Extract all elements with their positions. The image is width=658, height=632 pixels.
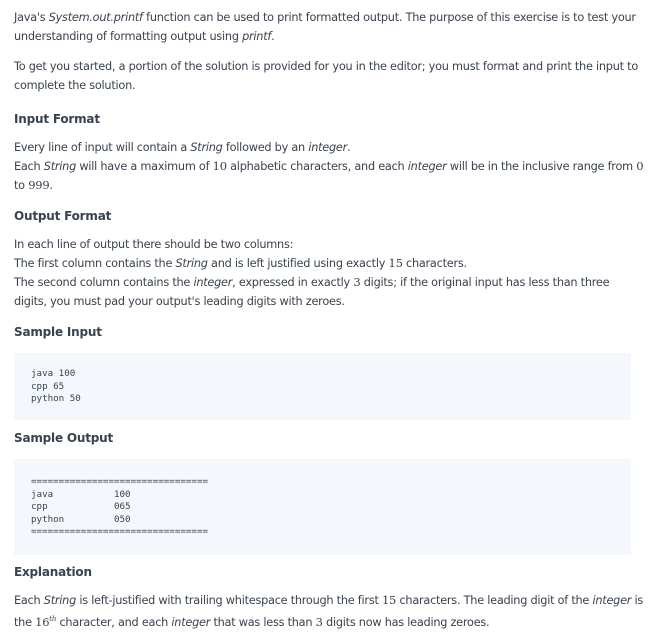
text: The second column contains the bbox=[14, 276, 194, 289]
text: is left-justified with trailing whitespa… bbox=[76, 594, 382, 607]
text: . bbox=[271, 30, 275, 43]
term: String bbox=[190, 141, 223, 154]
sample-input-code-block: java 100 cpp 65 python 50 bbox=[14, 353, 631, 420]
math: 15 bbox=[381, 593, 397, 607]
text: digits now has leading zeroes. bbox=[322, 615, 490, 629]
sample-output-heading: Sample Output bbox=[14, 431, 114, 445]
sample-input-code: java 100 cpp 65 python 50 bbox=[31, 368, 81, 405]
text: Each bbox=[14, 594, 44, 607]
text: alphabetic characters, and each bbox=[226, 160, 408, 173]
text: . bbox=[347, 141, 351, 154]
explanation-heading: Explanation bbox=[14, 565, 92, 579]
text: characters. bbox=[402, 257, 467, 270]
text: character, and each bbox=[56, 615, 172, 629]
math: 16 bbox=[35, 614, 50, 629]
sample-output-code-block: ================================ java 10… bbox=[14, 459, 631, 555]
text: characters. The leading digit of the bbox=[396, 594, 593, 607]
text: will have a maximum of bbox=[76, 160, 213, 173]
code-term: System.out.printf bbox=[48, 11, 143, 24]
output-format-line: The first column contains the String and… bbox=[14, 254, 644, 273]
text: will be in the inclusive range from bbox=[446, 160, 637, 173]
term: String bbox=[175, 257, 208, 270]
term: integer bbox=[592, 594, 632, 607]
term: integer bbox=[407, 160, 447, 173]
term: String bbox=[43, 160, 76, 173]
text: Each bbox=[14, 160, 44, 173]
math: 999 bbox=[28, 178, 50, 192]
term: integer bbox=[193, 276, 233, 289]
text: , expressed in exactly bbox=[232, 276, 354, 289]
math: 15 bbox=[388, 256, 403, 270]
sample-output-code: ================================ java 10… bbox=[31, 476, 209, 538]
text: Every line of input will contain a bbox=[14, 141, 191, 154]
intro-paragraph: Java's System.out.printf function can be… bbox=[14, 0, 644, 46]
text: and is left justified using exactly bbox=[207, 257, 389, 270]
text: followed by an bbox=[222, 141, 309, 154]
output-format-line: In each line of output there should be t… bbox=[14, 238, 294, 251]
output-format-heading: Output Format bbox=[14, 209, 112, 223]
term: integer bbox=[171, 615, 211, 629]
term: integer bbox=[308, 141, 348, 154]
math: 10 bbox=[212, 159, 227, 173]
term: String bbox=[43, 594, 76, 607]
code-term: printf bbox=[242, 30, 272, 43]
problem-statement: Java's System.out.printf function can be… bbox=[0, 0, 658, 632]
explanation-text: Each String is left-justified with trail… bbox=[14, 591, 644, 632]
text: . bbox=[49, 179, 53, 192]
input-format-heading: Input Format bbox=[14, 112, 100, 126]
input-format-line: Every line of input will contain a Strin… bbox=[14, 138, 644, 157]
input-format-constraints: Each String will have a maximum of 10 al… bbox=[14, 157, 644, 195]
text: Java's bbox=[14, 11, 49, 24]
math: 0 bbox=[636, 159, 644, 173]
sample-input-heading: Sample Input bbox=[14, 325, 102, 339]
text: that was less than bbox=[210, 615, 316, 629]
editor-paragraph: To get you started, a portion of the sol… bbox=[14, 60, 638, 92]
output-format-line: The second column contains the integer, … bbox=[14, 273, 644, 311]
text: The first column contains the bbox=[14, 257, 176, 270]
text: to bbox=[14, 179, 29, 192]
math: 3 bbox=[315, 614, 323, 629]
